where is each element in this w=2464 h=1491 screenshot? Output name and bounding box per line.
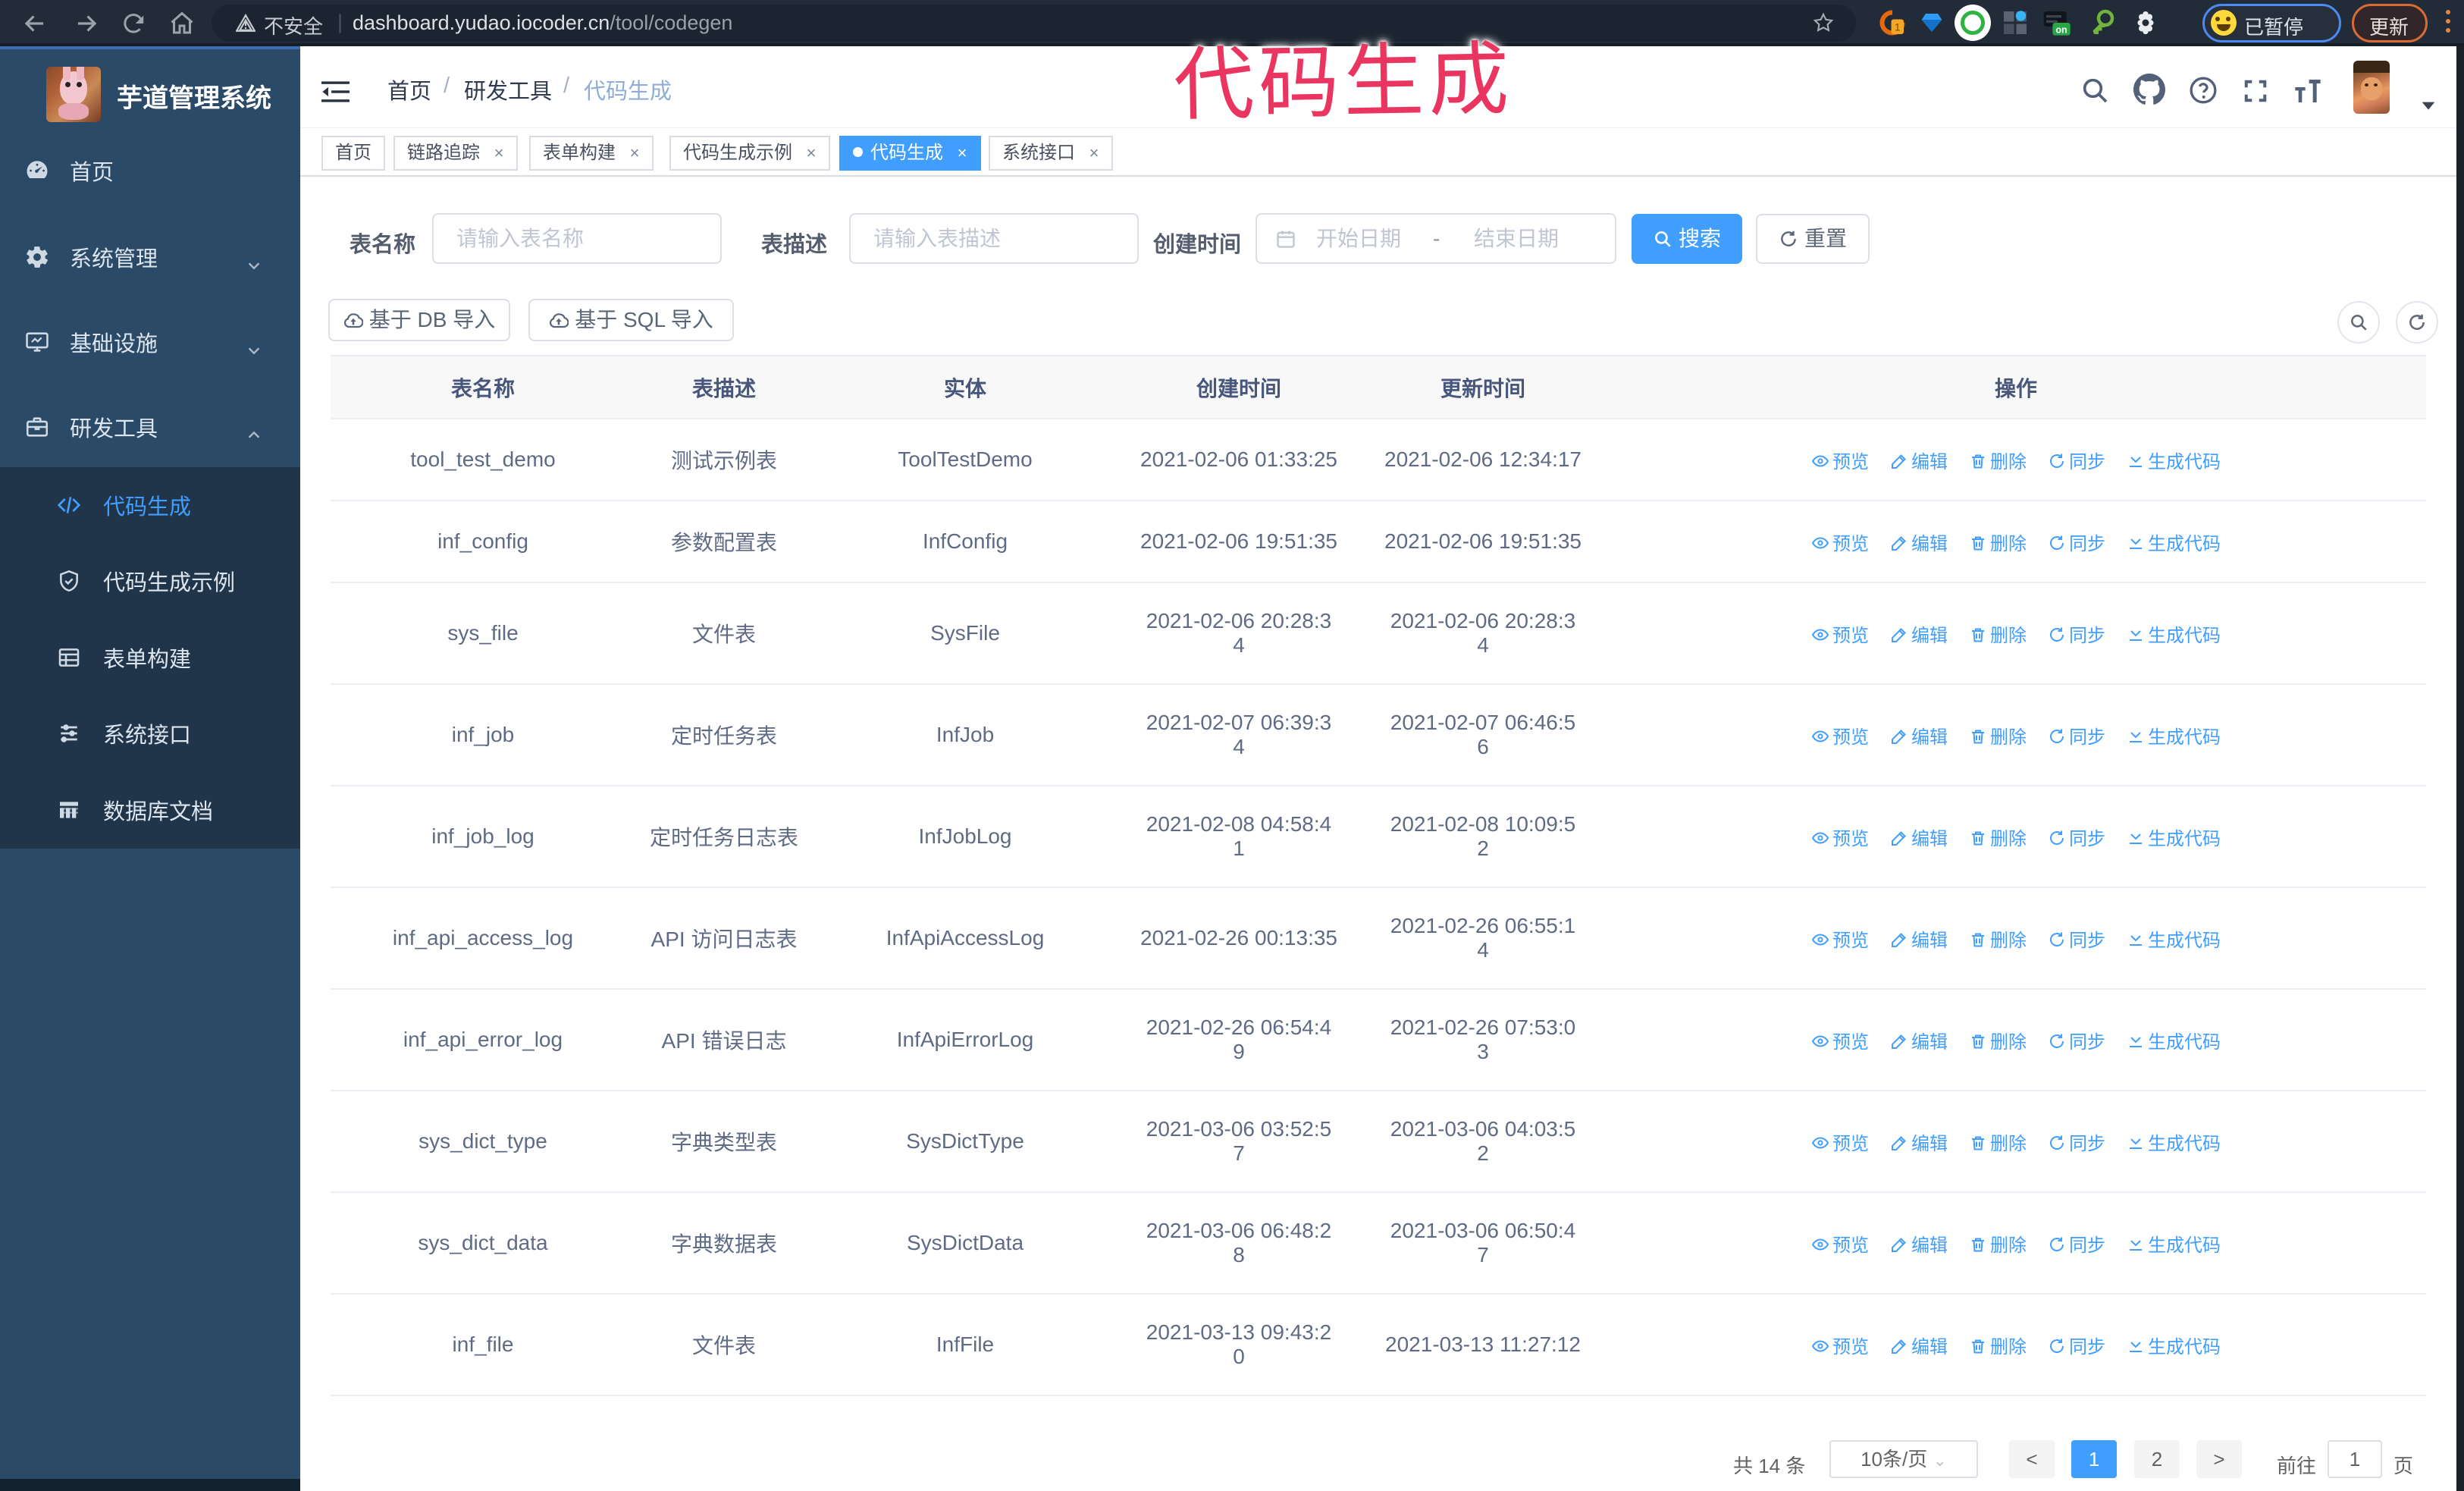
svg-text:1: 1 [1895, 22, 1901, 33]
svg-text:on: on [2055, 24, 2067, 35]
